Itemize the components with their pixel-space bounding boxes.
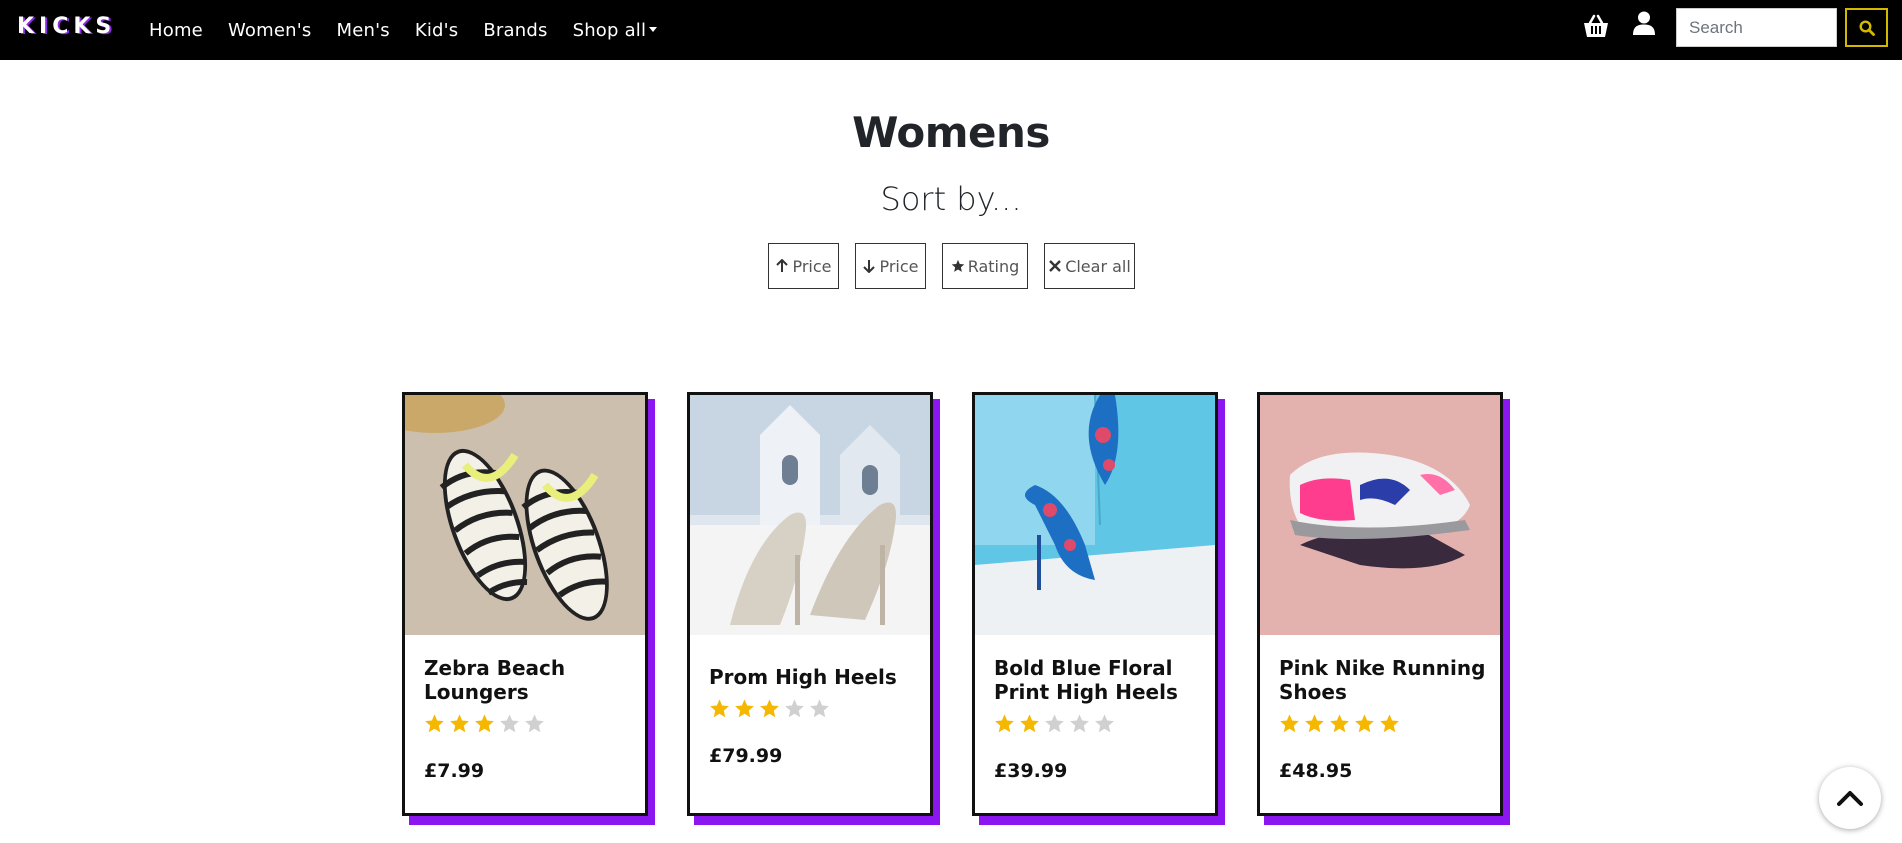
- basket-icon[interactable]: [1582, 14, 1610, 40]
- sort-price-desc-button[interactable]: Price: [855, 243, 926, 289]
- star-filled-icon: [475, 714, 494, 733]
- navbar: KICKS Home Women's Men's Kid's Brands Sh…: [0, 0, 1902, 60]
- rating-stars: [994, 713, 1115, 734]
- rating-stars: [424, 713, 545, 734]
- search-icon: [1858, 19, 1875, 36]
- clear-all-label: Clear all: [1065, 256, 1131, 276]
- product-image: [1260, 395, 1500, 635]
- star-empty-icon: [810, 699, 829, 718]
- star-filled-icon: [1020, 714, 1039, 733]
- search-button[interactable]: [1845, 8, 1888, 47]
- star-empty-icon: [1070, 714, 1089, 733]
- product-name: Prom High Heels: [709, 665, 897, 689]
- x-icon: [1049, 260, 1062, 272]
- nav-link-brands[interactable]: Brands: [483, 20, 547, 41]
- product-image: [975, 395, 1215, 635]
- arrow-down-icon: [863, 260, 876, 273]
- product-card[interactable]: Pink Nike Running Shoes £48.95: [1257, 392, 1503, 816]
- rating-stars: [1279, 713, 1400, 734]
- star-empty-icon: [1095, 714, 1114, 733]
- product-price: £48.95: [1279, 760, 1353, 782]
- scroll-to-top-button[interactable]: [1819, 767, 1881, 829]
- product-card[interactable]: Bold Blue Floral Print High Heels £39.99: [972, 392, 1218, 816]
- sort-label: Sort by...: [880, 180, 1022, 218]
- rating-stars: [709, 698, 830, 719]
- star-empty-icon: [785, 699, 804, 718]
- product-card[interactable]: Zebra Beach Loungers £7.99: [402, 392, 648, 816]
- shop-all-label: Shop all: [572, 19, 647, 41]
- sort-rating-button[interactable]: Rating: [942, 243, 1028, 289]
- page-title: Womens: [852, 108, 1050, 157]
- product-price: £7.99: [424, 760, 485, 782]
- star-filled-icon: [1330, 714, 1349, 733]
- product-name: Bold Blue Floral Print High Heels: [994, 656, 1178, 704]
- product-image: [405, 395, 645, 635]
- sort-rating-label: Rating: [967, 256, 1020, 276]
- star-filled-icon: [450, 714, 469, 733]
- nav-link-kids[interactable]: Kid's: [415, 20, 459, 41]
- product-name: Zebra Beach Loungers: [424, 656, 566, 704]
- product-price: £39.99: [994, 760, 1068, 782]
- nav-link-womens[interactable]: Women's: [228, 20, 312, 41]
- star-empty-icon: [525, 714, 544, 733]
- product-name: Pink Nike Running Shoes: [1279, 656, 1486, 704]
- caret-down-icon: [649, 26, 658, 32]
- star-empty-icon: [500, 714, 519, 733]
- sort-price-asc-button[interactable]: Price: [768, 243, 839, 289]
- user-icon[interactable]: [1633, 11, 1655, 35]
- star-filled-icon: [710, 699, 729, 718]
- nav-link-shop-all[interactable]: Shop all: [573, 20, 658, 41]
- star-filled-icon: [1355, 714, 1374, 733]
- search-input[interactable]: [1676, 8, 1837, 47]
- product-price: £79.99: [709, 745, 783, 767]
- star-filled-icon: [1280, 714, 1299, 733]
- product-image: [690, 395, 930, 635]
- star-icon: [951, 259, 964, 272]
- star-filled-icon: [760, 699, 779, 718]
- site-logo[interactable]: KICKS: [17, 14, 116, 39]
- sort-price-asc-label: Price: [792, 256, 832, 276]
- star-filled-icon: [735, 699, 754, 718]
- nav-link-mens[interactable]: Men's: [336, 20, 389, 41]
- product-card[interactable]: Prom High Heels £79.99: [687, 392, 933, 816]
- star-filled-icon: [1380, 714, 1399, 733]
- star-filled-icon: [995, 714, 1014, 733]
- sort-price-desc-label: Price: [879, 256, 919, 276]
- clear-all-button[interactable]: Clear all: [1044, 243, 1135, 289]
- chevron-up-icon: [1837, 791, 1863, 806]
- nav-links: Home Women's Men's Kid's Brands Shop all: [149, 0, 682, 60]
- star-filled-icon: [425, 714, 444, 733]
- arrow-up-icon: [776, 259, 789, 272]
- star-empty-icon: [1045, 714, 1064, 733]
- star-filled-icon: [1305, 714, 1324, 733]
- nav-link-home[interactable]: Home: [149, 20, 203, 41]
